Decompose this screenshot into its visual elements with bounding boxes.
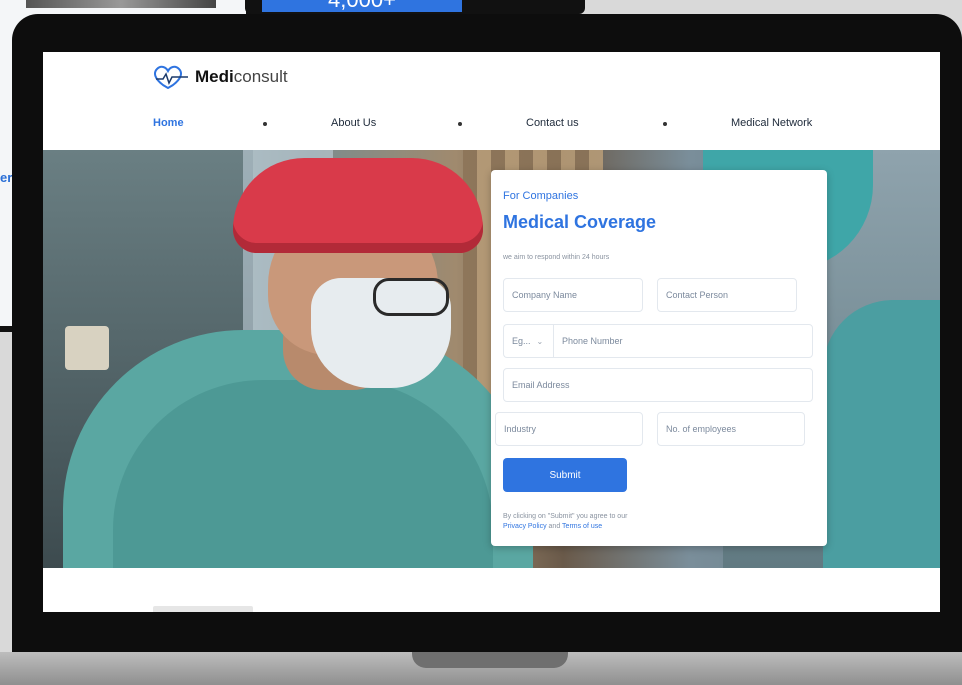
medical-coverage-form: For Companies Medical Coverage we aim to… <box>491 170 827 546</box>
privacy-policy-link[interactable]: Privacy Policy <box>503 523 547 530</box>
country-code-select[interactable]: Eg... ⌄ <box>503 324 553 358</box>
form-subtitle: For Companies <box>503 190 579 202</box>
site-header: Mediconsult Home About Us Contact us Med… <box>43 52 940 150</box>
form-note: we aim to respond within 24 hours <box>503 254 610 261</box>
nav-about-us[interactable]: About Us <box>331 117 376 129</box>
chevron-down-icon: ⌄ <box>536 337 544 346</box>
employees-input[interactable] <box>657 412 805 446</box>
terms-of-use-link[interactable]: Terms of use <box>562 523 602 530</box>
nav-medical-network[interactable]: Medical Network <box>731 117 812 129</box>
hero-banner: For Companies Medical Coverage we aim to… <box>43 150 940 568</box>
logo-text-bold: Medi <box>195 67 234 86</box>
country-code-value: Eg... <box>512 336 531 346</box>
surgeon-cap <box>233 158 483 253</box>
laptop-screen: Mediconsult Home About Us Contact us Med… <box>43 52 940 612</box>
nav-separator-dot <box>263 122 267 126</box>
submit-button[interactable]: Submit <box>503 458 627 492</box>
legal-and: and <box>548 523 561 530</box>
phone-number-input[interactable] <box>553 324 813 358</box>
company-name-input[interactable] <box>503 278 643 312</box>
wall-outlet <box>65 326 109 370</box>
surgeon-glasses <box>373 278 449 316</box>
contact-person-input[interactable] <box>657 278 797 312</box>
background-edge-text: er <box>0 170 13 185</box>
background-photo <box>26 0 216 8</box>
background-stat: 4,000+ <box>262 0 462 12</box>
legal-prefix: By clicking on "Submit" you agree to our <box>503 513 628 520</box>
faint-section-heading <box>153 606 253 612</box>
heart-logo-icon <box>154 65 188 89</box>
nav-separator-dot <box>458 122 462 126</box>
logo-text: Mediconsult <box>195 67 288 87</box>
laptop-notch <box>412 652 568 668</box>
email-address-input[interactable] <box>503 368 813 402</box>
form-title: Medical Coverage <box>503 212 657 232</box>
logo[interactable]: Mediconsult <box>153 64 288 90</box>
page-below-hero <box>43 568 940 612</box>
main-nav: Home About Us Contact us Medical Network <box>153 114 823 134</box>
industry-input[interactable] <box>495 412 643 446</box>
nav-contact-us[interactable]: Contact us <box>526 117 579 129</box>
nav-separator-dot <box>663 122 667 126</box>
legal-text: By clicking on "Submit" you agree to our… <box>503 512 703 532</box>
nav-home[interactable]: Home <box>153 117 184 129</box>
assistant-body <box>823 300 940 568</box>
logo-text-rest: consult <box>233 67 288 86</box>
